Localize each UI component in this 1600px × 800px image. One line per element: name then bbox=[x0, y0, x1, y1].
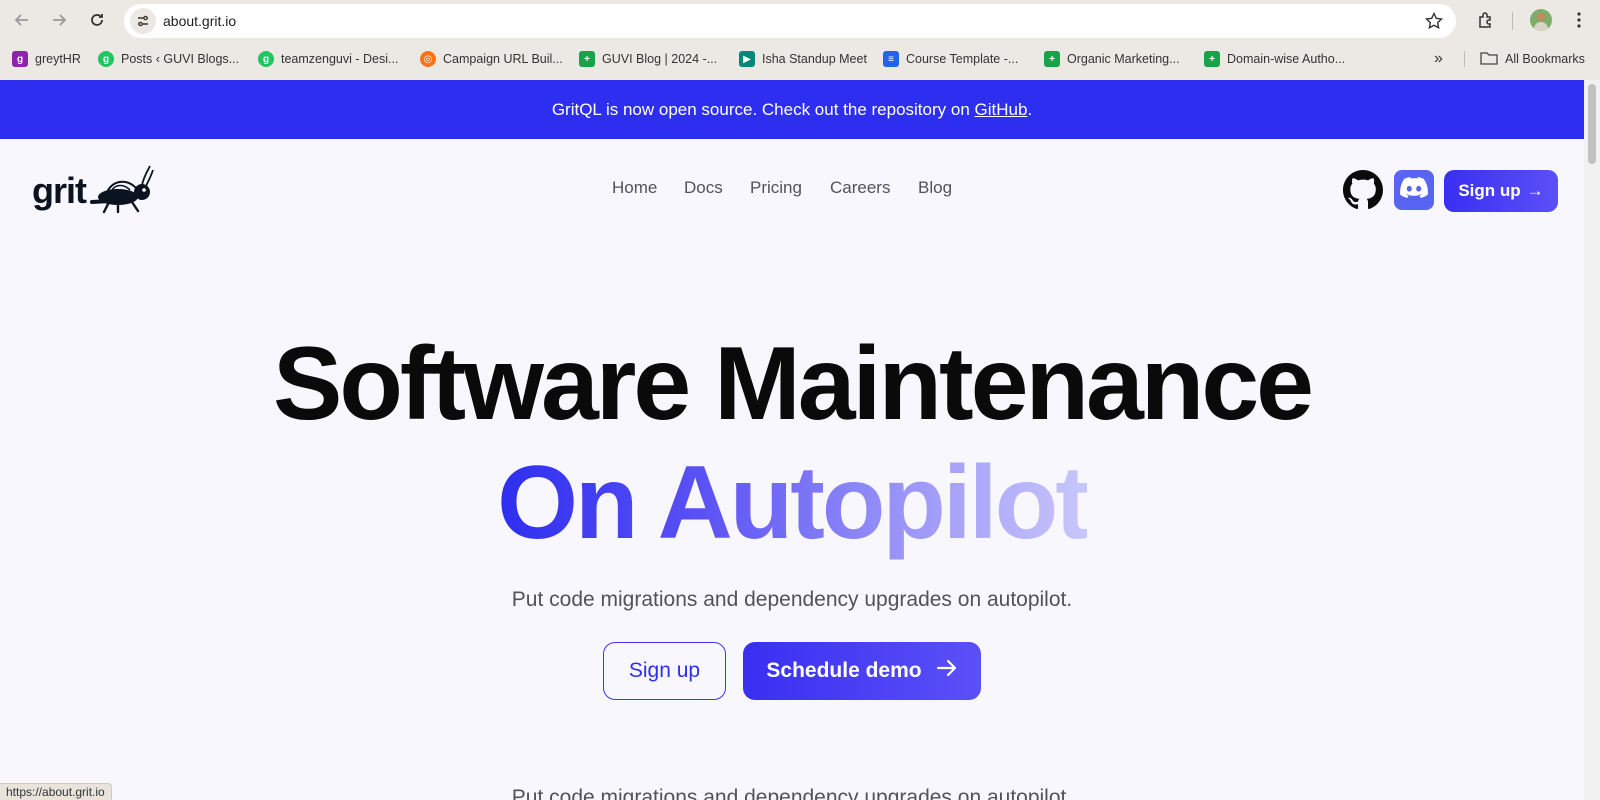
sheets-icon: + bbox=[579, 51, 595, 67]
nav-pricing[interactable]: Pricing bbox=[750, 178, 802, 198]
arrow-right-icon bbox=[936, 659, 958, 683]
all-bookmarks-button[interactable]: All Bookmarks bbox=[1480, 49, 1585, 69]
bookmark-item[interactable]: g teamzenguvi - Desi... bbox=[258, 49, 398, 69]
bookmark-item[interactable]: ▶ Isha Standup Meet bbox=[739, 49, 867, 69]
section-text-peek: Put code migrations and dependency upgra… bbox=[511, 786, 1073, 800]
schedule-demo-button[interactable]: Schedule demo bbox=[743, 642, 981, 700]
greythr-icon: g bbox=[12, 51, 28, 67]
nav-docs[interactable]: Docs bbox=[684, 178, 723, 198]
bookmark-star-icon[interactable] bbox=[1424, 11, 1444, 31]
hero-subtitle-text: On Autopilot bbox=[497, 445, 1090, 561]
hero-signup-button[interactable]: Sign up bbox=[603, 642, 726, 700]
arrow-right-icon: → bbox=[1526, 181, 1544, 200]
bookmarks-divider bbox=[1464, 51, 1465, 67]
extensions-icon[interactable] bbox=[1473, 7, 1499, 33]
github-icon[interactable] bbox=[1343, 170, 1383, 210]
bookmark-item[interactable]: g greytHR bbox=[12, 49, 81, 69]
link-status-bubble: https://about.grit.io bbox=[0, 783, 112, 800]
docs-icon: ≡ bbox=[883, 51, 899, 67]
guvi-icon: g bbox=[258, 51, 274, 67]
bookmark-item[interactable]: ◎ Campaign URL Buil... bbox=[420, 49, 563, 69]
meet-icon: ▶ bbox=[739, 51, 755, 67]
bookmark-item[interactable]: + Domain-wise Autho... bbox=[1204, 49, 1345, 69]
bookmark-item[interactable]: ≡ Course Template -... bbox=[883, 49, 1018, 69]
toolbar-divider bbox=[1512, 12, 1513, 30]
banner-text-end: . bbox=[1027, 99, 1033, 119]
url-text[interactable]: about.grit.io bbox=[163, 4, 236, 38]
bookmark-item[interactable]: g Posts ‹ GUVI Blogs... bbox=[98, 49, 239, 69]
page-scrollbar[interactable] bbox=[1584, 80, 1600, 800]
browser-toolbar: about.grit.io bbox=[0, 0, 1600, 40]
sheets-icon: + bbox=[1044, 51, 1060, 67]
profile-avatar[interactable] bbox=[1530, 9, 1552, 31]
scrollbar-thumb[interactable] bbox=[1588, 84, 1596, 164]
cricket-icon bbox=[88, 164, 154, 219]
hero-signup-label: Sign up bbox=[628, 659, 701, 682]
logo-wordmark: grit bbox=[32, 170, 87, 211]
schedule-demo-label: Schedule demo bbox=[766, 659, 922, 682]
hero-subtitle: On Autopilot bbox=[0, 443, 1584, 563]
address-bar[interactable]: about.grit.io bbox=[124, 4, 1456, 38]
campaign-icon: ◎ bbox=[420, 51, 436, 67]
bookmarks-overflow-button[interactable]: » bbox=[1434, 49, 1443, 69]
site-settings-icon[interactable] bbox=[130, 8, 156, 34]
bookmark-item[interactable]: + GUVI Blog | 2024 -... bbox=[579, 49, 717, 69]
bookmark-item[interactable]: + Organic Marketing... bbox=[1044, 49, 1180, 69]
forward-arrow-icon[interactable] bbox=[46, 7, 72, 33]
hero-description: Put code migrations and dependency upgra… bbox=[511, 588, 1073, 611]
folder-icon bbox=[1480, 51, 1498, 68]
nav-signup-button[interactable]: Sign up → bbox=[1444, 170, 1558, 212]
back-arrow-icon[interactable] bbox=[9, 7, 35, 33]
guvi-icon: g bbox=[98, 51, 114, 67]
nav-careers[interactable]: Careers bbox=[830, 178, 890, 198]
nav-signup-label: Sign up bbox=[1458, 181, 1521, 200]
nav-blog[interactable]: Blog bbox=[918, 178, 952, 198]
nav-home[interactable]: Home bbox=[612, 178, 657, 198]
reload-icon[interactable] bbox=[84, 7, 110, 33]
sheets-icon: + bbox=[1204, 51, 1220, 67]
grit-logo[interactable]: grit bbox=[32, 162, 162, 220]
discord-button[interactable] bbox=[1394, 170, 1434, 210]
bookmarks-bar: g greytHR g Posts ‹ GUVI Blogs... g teamzen… bbox=[0, 43, 1600, 75]
announcement-banner: GritQL is now open source. Check out the… bbox=[0, 80, 1584, 139]
browser-chrome: about.grit.io g greytHR g Posts ‹ GUVI Blo… bbox=[0, 0, 1600, 80]
hero-title: Software Maintenance bbox=[272, 326, 1314, 442]
discord-icon bbox=[1400, 176, 1428, 204]
browser-menu-icon[interactable] bbox=[1566, 7, 1592, 33]
banner-text: GritQL is now open source. Check out the… bbox=[551, 99, 975, 119]
github-link[interactable]: GitHub bbox=[975, 100, 1028, 120]
